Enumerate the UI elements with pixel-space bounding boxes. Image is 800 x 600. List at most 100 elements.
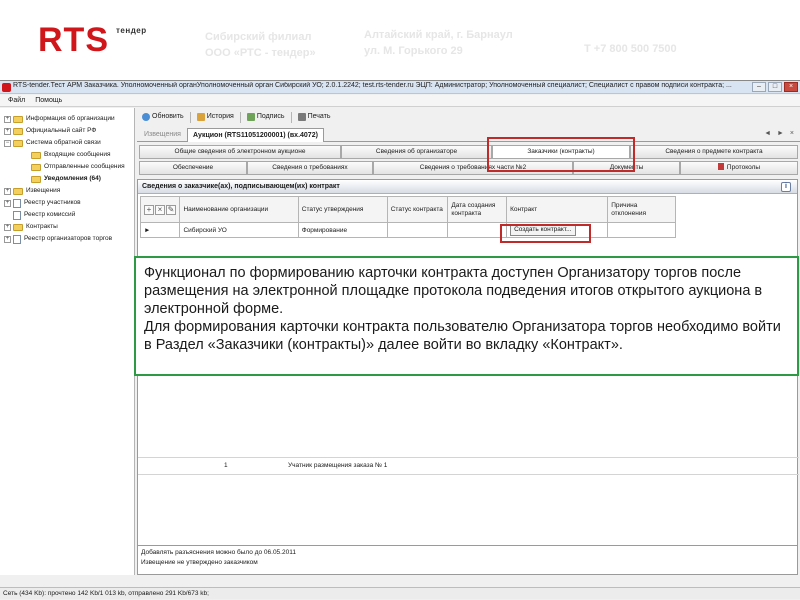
address-info: Алтайский край, г. Барнаул ул. М. Горько… [364, 27, 513, 59]
expand-icon[interactable]: + [4, 235, 11, 243]
grid-toolbar-cell: + × ✎ [139, 196, 181, 223]
address-line-2: ул. М. Горького 29 [364, 45, 463, 57]
participant-number: 1 [224, 462, 228, 469]
tree-item[interactable]: Уведомления (64) [0, 173, 134, 185]
highlight-customers-tab [487, 137, 635, 172]
window-controls: – □ × [752, 82, 798, 92]
toolbar: Обновить История Подпись Печать [137, 110, 800, 124]
tab-requirements[interactable]: Сведения о требованиях [247, 161, 373, 175]
printer-icon [297, 113, 306, 121]
collapse-icon[interactable]: − [4, 139, 11, 147]
tab-auction[interactable]: Аукцион (RTS11051200001) (вх.4072) [187, 128, 324, 142]
tree-item[interactable]: + Извещения [0, 185, 134, 197]
note-approval: Извещение не утверждено заказчиком [141, 559, 258, 566]
expand-icon[interactable]: + [4, 127, 11, 135]
tab-protocols-label: Протоколы [726, 164, 761, 171]
tab-security[interactable]: Обеспечение [139, 161, 247, 175]
menu-file[interactable]: Файл [8, 95, 25, 106]
col-org-name[interactable]: Наименование организации [179, 196, 299, 223]
tab-contract-subject[interactable]: Сведения о предмете контракта [630, 145, 798, 159]
expand-icon[interactable]: + [4, 187, 11, 195]
menu-bar: Файл Помощь [0, 95, 800, 107]
logo-rts-text: RTS [38, 21, 109, 59]
notes-area: Добавлять разъяснения можно было до 06.0… [137, 545, 798, 575]
protocols-icon [717, 163, 724, 170]
delete-row-icon[interactable]: × [155, 204, 165, 215]
col-approval-status[interactable]: Статус утверждения [297, 196, 388, 223]
cell-org-name: Сибирский УО [179, 222, 299, 238]
tree-item[interactable]: Реестр комиссий [0, 209, 134, 221]
participant-row[interactable]: 1 Учатник размещения заказа № 1 [138, 458, 399, 473]
tree-item[interactable]: + Информация об организации [0, 113, 134, 125]
branch-line-1: Сибирский филиал [205, 31, 312, 43]
cell-approval-status: Формирование [297, 222, 388, 238]
tree-item-label: Реестр организаторов торгов [24, 235, 113, 242]
col-creation-date[interactable]: Дата создания контракта [447, 196, 508, 223]
tree-item[interactable]: Входящие сообщения [0, 149, 134, 161]
document-icon [13, 234, 21, 244]
toolbar-separator [239, 111, 241, 123]
tree-item[interactable]: + Реестр участников [0, 197, 134, 209]
note-clarifications: Добавлять разъяснения можно было до 06.0… [141, 549, 296, 556]
refresh-button[interactable]: Обновить [140, 111, 186, 123]
table-row[interactable]: ► Сибирский УО Формирование Создать конт… [139, 222, 676, 238]
tree-item[interactable]: + Реестр организаторов торгов [0, 233, 134, 245]
col-contract-status[interactable]: Статус контракта [386, 196, 449, 223]
branch-info: Сибирский филиал ООО «РТС - тендер» [205, 29, 316, 61]
toolbar-separator [189, 111, 191, 123]
tree-item[interactable]: Отправленные сообщения [0, 161, 134, 173]
info-icon[interactable]: i [781, 182, 791, 192]
tab-protocols[interactable]: Протоколы [680, 161, 798, 175]
tab-navigation-controls[interactable]: ◄ ► × [764, 130, 796, 137]
tree-item-label: Официальный сайт РФ [26, 127, 97, 134]
cell-creation-date [447, 222, 508, 238]
branch-line-2: ООО «РТС - тендер» [205, 47, 316, 59]
expand-icon[interactable]: + [4, 223, 11, 231]
folder-icon [31, 151, 41, 159]
tree-item-label: Входящие сообщения [44, 151, 111, 158]
grid-divider [138, 474, 799, 475]
add-row-icon[interactable]: + [144, 204, 154, 215]
tree-item[interactable]: + Официальный сайт РФ [0, 125, 134, 137]
folder-icon [31, 163, 41, 171]
cell-rejection-reason [607, 222, 676, 238]
slide-header: RTS тендер Сибирский филиал ООО «РТС - т… [0, 0, 800, 80]
logo-tender-text: тендер [116, 26, 147, 35]
minimize-button[interactable]: – [752, 82, 766, 92]
folder-icon [31, 175, 41, 183]
expand-icon[interactable]: + [4, 115, 11, 123]
tab-organizer-info[interactable]: Сведения об организаторе [341, 145, 492, 159]
tree-item[interactable]: + Контракты [0, 221, 134, 233]
col-contract[interactable]: Контракт [506, 196, 609, 223]
instruction-callout: Функционал по формированию карточки конт… [134, 256, 799, 376]
tree-item-label: Информация об организации [26, 115, 115, 122]
cell-contract-status [386, 222, 449, 238]
document-icon [13, 198, 21, 208]
expand-icon[interactable]: + [4, 199, 11, 207]
edit-row-icon[interactable]: ✎ [166, 204, 176, 215]
tree-item[interactable]: − Система обратной связи [0, 137, 134, 149]
window-titlebar[interactable]: RTS-tender.Тест АРМ Заказчика. Уполномоч… [0, 81, 800, 94]
document-icon [13, 210, 21, 220]
section-tabs-row-2: Обеспечение Сведения о требованиях Сведе… [137, 161, 800, 175]
navigation-tree: + Информация об организации + Официальный с… [0, 108, 135, 575]
menu-help[interactable]: Помощь [35, 95, 62, 106]
tab-general-info[interactable]: Общие сведения об электронном аукционе [139, 145, 341, 159]
highlight-create-contract [500, 224, 591, 243]
close-button[interactable]: × [784, 82, 798, 92]
sign-button[interactable]: Подпись [245, 111, 287, 123]
history-icon [196, 113, 205, 121]
tree-item-label: Извещения [26, 187, 61, 194]
history-button[interactable]: История [195, 111, 236, 123]
tree-item-label: Система обратной связи [26, 139, 101, 146]
toolbar-separator [290, 111, 292, 123]
print-button[interactable]: Печать [296, 111, 333, 123]
tab-notices[interactable]: Извещения [139, 128, 186, 142]
col-rejection-reason[interactable]: Причина отклонения [607, 196, 676, 223]
maximize-button[interactable]: □ [768, 82, 782, 92]
callout-paragraph-1: Функционал по формированию карточки конт… [144, 265, 763, 317]
tree-item-label: Контракты [26, 223, 58, 230]
customers-grid: + × ✎ Наименование организации Статус ут… [139, 196, 676, 238]
tree-item-label: Отправленные сообщения [44, 163, 125, 170]
phone-info: Т +7 800 500 7500 [584, 43, 677, 55]
